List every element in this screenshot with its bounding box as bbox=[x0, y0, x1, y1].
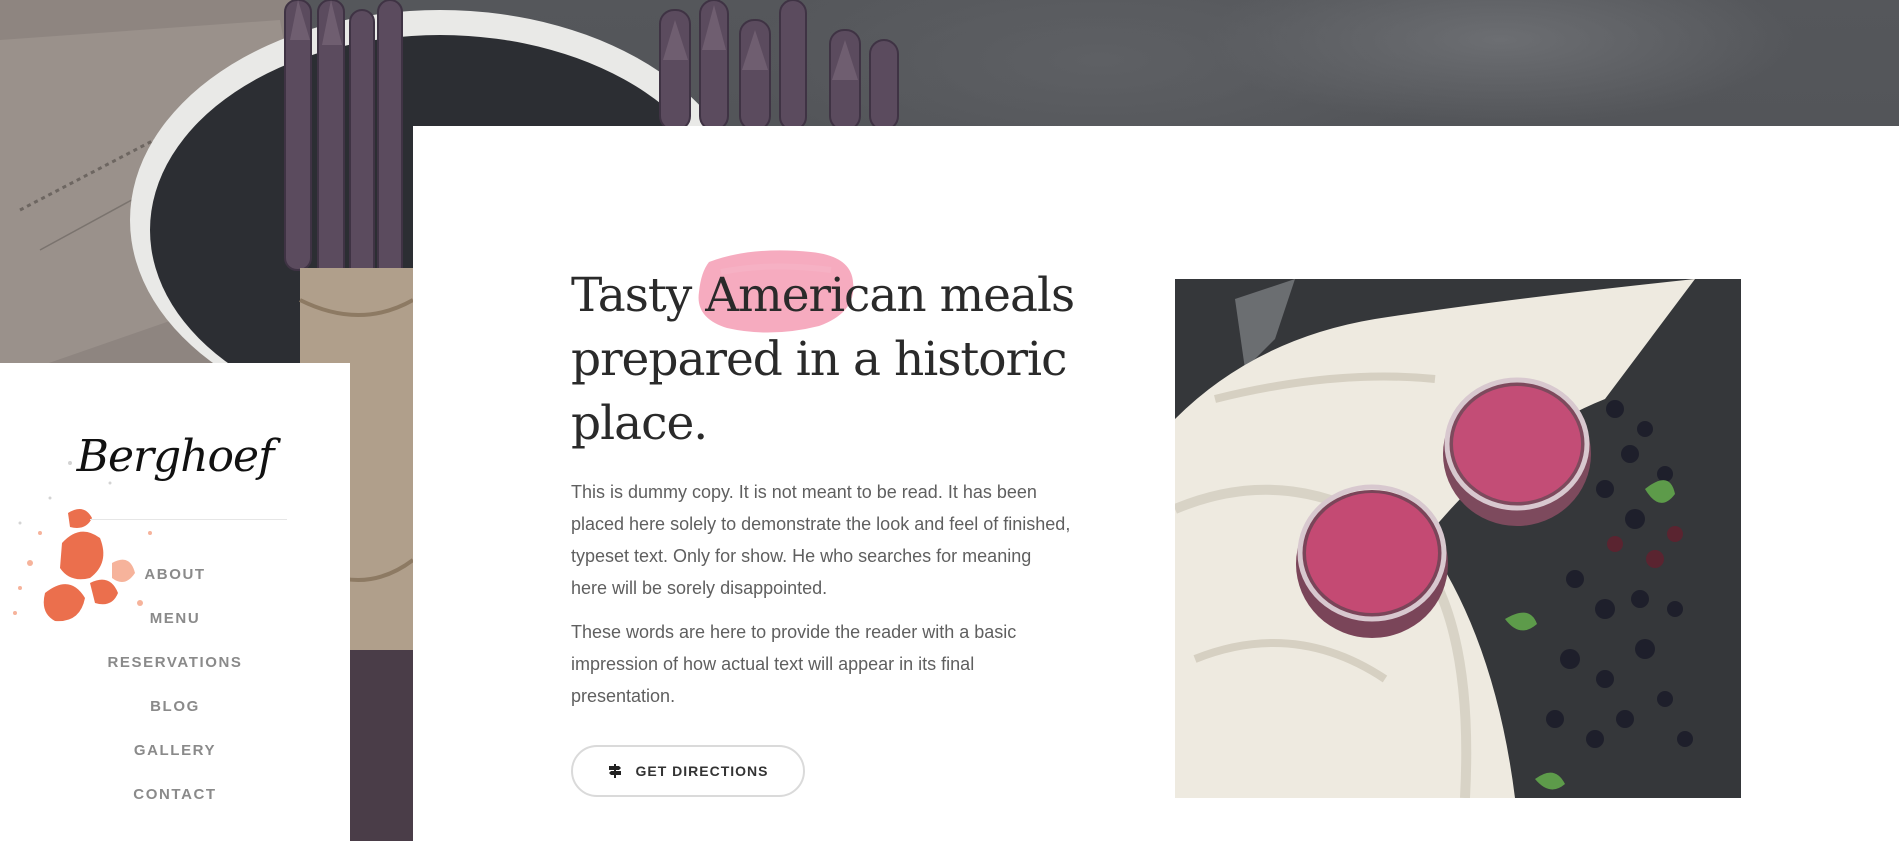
page-headline: Tasty American meals prepared in a histo… bbox=[571, 268, 1075, 451]
about-section: Tasty American meals prepared in a histo… bbox=[413, 126, 1899, 841]
logo-divider bbox=[90, 519, 287, 520]
berry-smoothie-image bbox=[1175, 279, 1741, 798]
side-navigation: Berghoef ABOUT MENU RESERVATIONS BLOG GA… bbox=[0, 363, 350, 841]
nav-item-menu[interactable]: MENU bbox=[0, 597, 350, 641]
nav-item-about[interactable]: ABOUT bbox=[0, 553, 350, 597]
brand-logo[interactable]: Berghoef bbox=[70, 431, 280, 482]
get-directions-button[interactable]: GET DIRECTIONS bbox=[571, 745, 805, 797]
nav-item-gallery[interactable]: GALLERY bbox=[0, 729, 350, 773]
nav-item-contact[interactable]: CONTACT bbox=[0, 773, 350, 817]
main-menu: ABOUT MENU RESERVATIONS BLOG GALLERY CON… bbox=[0, 553, 350, 817]
smoothie-photo bbox=[1175, 279, 1741, 798]
intro-paragraph: This is dummy copy. It is not meant to b… bbox=[571, 482, 1071, 598]
nav-item-reservations[interactable]: RESERVATIONS bbox=[0, 641, 350, 685]
nav-item-blog[interactable]: BLOG bbox=[0, 685, 350, 729]
secondary-paragraph: These words are here to provide the read… bbox=[571, 622, 1017, 706]
signpost-icon bbox=[609, 764, 622, 778]
get-directions-label: GET DIRECTIONS bbox=[635, 763, 769, 779]
headline-block: Tasty American meals prepared in a histo… bbox=[571, 250, 1091, 456]
